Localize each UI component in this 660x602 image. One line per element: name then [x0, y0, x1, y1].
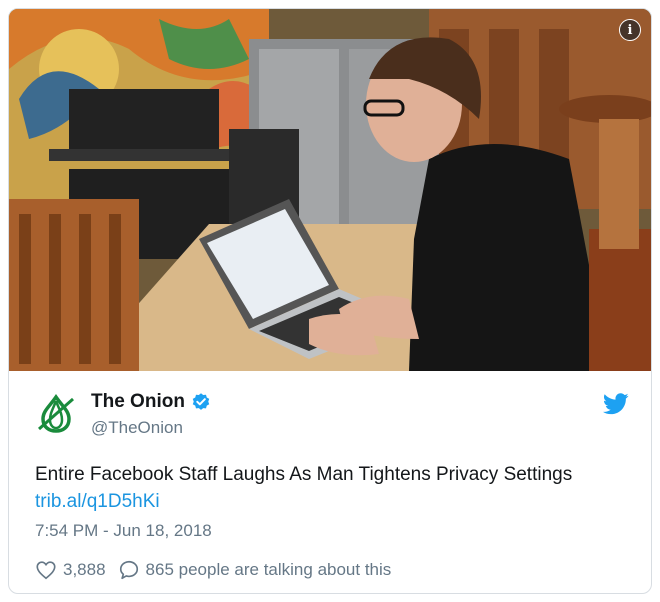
tweet-text-body: Entire Facebook Staff Laughs As Man Tigh… — [35, 464, 573, 485]
talking-count[interactable]: 865 people are talking about this — [146, 560, 392, 580]
tweet-text: Entire Facebook Staff Laughs As Man Tigh… — [35, 461, 635, 515]
tweet-link[interactable]: trib.al/q1D5hKi — [35, 488, 635, 515]
tweet-actions: 3,888 865 people are talking about this — [35, 559, 391, 581]
tweet-card[interactable]: i The Onion @TheOnion Entire Facebook St… — [8, 8, 652, 594]
onion-logo-icon[interactable] — [35, 393, 77, 435]
tweet-body: The Onion @TheOnion Entire Facebook Staf… — [9, 371, 651, 593]
speech-bubble-icon[interactable] — [118, 559, 140, 581]
verified-badge-icon — [192, 393, 210, 410]
tweet-photo[interactable]: i — [9, 9, 651, 371]
twitter-bird-icon[interactable] — [603, 393, 629, 415]
author-name[interactable]: The Onion — [91, 391, 211, 413]
like-count[interactable]: 3,888 — [63, 560, 106, 580]
photo-illustration — [9, 9, 651, 371]
info-icon[interactable]: i — [619, 19, 641, 41]
author-name-text[interactable]: The Onion — [91, 391, 185, 413]
author-handle[interactable]: @TheOnion — [91, 418, 183, 438]
tweet-timestamp[interactable]: 7:54 PM - Jun 18, 2018 — [35, 521, 212, 541]
heart-icon[interactable] — [35, 559, 57, 581]
